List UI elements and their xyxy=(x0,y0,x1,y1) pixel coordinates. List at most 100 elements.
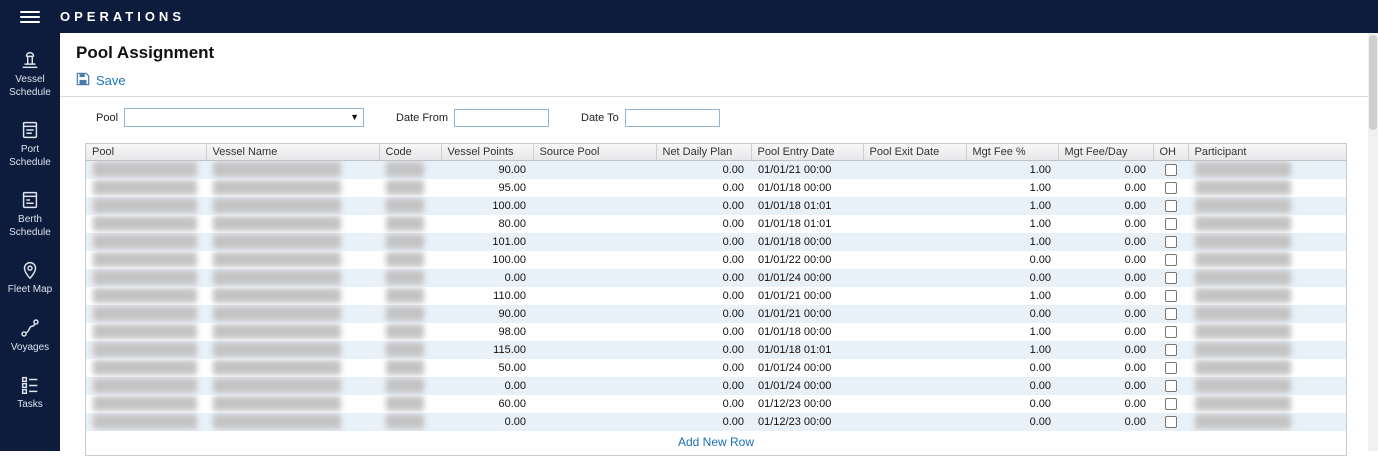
redacted-value xyxy=(386,234,424,249)
cell-pool-exit-date xyxy=(863,233,966,251)
cell-vessel-points: 95.00 xyxy=(441,179,533,197)
redacted-value xyxy=(1195,342,1291,357)
table-row: 98.000.0001/01/18 00:001.000.00 xyxy=(86,323,1346,341)
map-pin-icon xyxy=(19,259,41,281)
column-header-pool-entry-date[interactable]: Pool Entry Date xyxy=(751,144,863,161)
cell-mgt-fee-pct: 0.00 xyxy=(966,251,1058,269)
sidebar-item-voyages[interactable]: Voyages xyxy=(0,317,60,355)
cell-pool-exit-date xyxy=(863,323,966,341)
column-header-mgt-fee-day[interactable]: Mgt Fee/Day xyxy=(1058,144,1153,161)
oh-checkbox[interactable] xyxy=(1165,218,1177,230)
redacted-value xyxy=(1195,396,1291,411)
cell-pool xyxy=(86,305,206,323)
cell-pool-entry-date: 01/01/18 01:01 xyxy=(751,341,863,359)
cell-mgt-fee-day: 0.00 xyxy=(1058,269,1153,287)
sidebar-item-vessel-schedule[interactable]: Vessel Schedule xyxy=(0,49,60,99)
oh-checkbox[interactable] xyxy=(1165,290,1177,302)
cell-pool-entry-date: 01/01/21 00:00 xyxy=(751,287,863,305)
save-button[interactable]: Save xyxy=(76,72,126,89)
sidebar-item-label: Port Schedule xyxy=(0,144,60,169)
table-row: 0.000.0001/12/23 00:000.000.00 xyxy=(86,413,1346,431)
cell-net-daily-plan: 0.00 xyxy=(656,287,751,305)
date-to-input[interactable] xyxy=(625,109,720,127)
oh-checkbox[interactable] xyxy=(1165,344,1177,356)
table-row: 0.000.0001/01/24 00:000.000.00 xyxy=(86,377,1346,395)
main-content: Pool Assignment Save Pool ▼ Date From Da… xyxy=(60,33,1378,451)
oh-checkbox[interactable] xyxy=(1165,362,1177,374)
column-header-participant[interactable]: Participant xyxy=(1188,144,1346,161)
vertical-scrollbar[interactable] xyxy=(1368,33,1378,451)
oh-checkbox[interactable] xyxy=(1165,272,1177,284)
sidebar-item-fleet-map[interactable]: Fleet Map xyxy=(0,259,60,297)
cell-pool-exit-date xyxy=(863,287,966,305)
cell-mgt-fee-pct: 0.00 xyxy=(966,413,1058,431)
oh-checkbox[interactable] xyxy=(1165,254,1177,266)
column-header-pool[interactable]: Pool xyxy=(86,144,206,161)
redacted-value xyxy=(386,378,424,393)
column-header-source-pool[interactable]: Source Pool xyxy=(533,144,656,161)
sidebar-item-port-schedule[interactable]: Port Schedule xyxy=(0,119,60,169)
oh-checkbox[interactable] xyxy=(1165,236,1177,248)
scrollbar-thumb[interactable] xyxy=(1369,35,1377,130)
cell-participant xyxy=(1188,251,1346,269)
redacted-value xyxy=(1195,324,1291,339)
cell-vessel-name xyxy=(206,395,379,413)
oh-checkbox[interactable] xyxy=(1165,380,1177,392)
redacted-value xyxy=(386,306,424,321)
cell-pool-exit-date xyxy=(863,305,966,323)
oh-checkbox[interactable] xyxy=(1165,398,1177,410)
oh-checkbox[interactable] xyxy=(1165,164,1177,176)
column-header-code[interactable]: Code xyxy=(379,144,441,161)
cell-pool xyxy=(86,287,206,305)
cell-source-pool xyxy=(533,215,656,233)
redacted-value xyxy=(93,414,197,429)
menu-icon[interactable] xyxy=(20,11,40,23)
cell-oh xyxy=(1153,323,1188,341)
column-header-vessel-points[interactable]: Vessel Points xyxy=(441,144,533,161)
redacted-value xyxy=(386,180,424,195)
cell-pool-entry-date: 01/01/24 00:00 xyxy=(751,359,863,377)
cell-pool xyxy=(86,395,206,413)
column-header-mgt-fee-pct[interactable]: Mgt Fee % xyxy=(966,144,1058,161)
cell-source-pool xyxy=(533,413,656,431)
cell-pool-entry-date: 01/01/18 01:01 xyxy=(751,215,863,233)
cell-mgt-fee-day: 0.00 xyxy=(1058,197,1153,215)
date-from-input[interactable] xyxy=(454,109,549,127)
cell-oh xyxy=(1153,287,1188,305)
oh-checkbox[interactable] xyxy=(1165,326,1177,338)
oh-checkbox[interactable] xyxy=(1165,200,1177,212)
cell-vessel-points: 98.00 xyxy=(441,323,533,341)
cell-vessel-name xyxy=(206,197,379,215)
chevron-down-icon: ▼ xyxy=(350,112,359,122)
cell-code xyxy=(379,413,441,431)
cell-mgt-fee-pct: 0.00 xyxy=(966,359,1058,377)
pool-select[interactable]: ▼ xyxy=(124,108,364,127)
cell-code xyxy=(379,197,441,215)
sidebar-item-label: Vessel Schedule xyxy=(0,74,60,99)
column-header-pool-exit-date[interactable]: Pool Exit Date xyxy=(863,144,966,161)
cell-vessel-name xyxy=(206,323,379,341)
redacted-value xyxy=(93,234,197,249)
cell-mgt-fee-pct: 1.00 xyxy=(966,179,1058,197)
column-header-vessel-name[interactable]: Vessel Name xyxy=(206,144,379,161)
table-row: 100.000.0001/01/22 00:000.000.00 xyxy=(86,251,1346,269)
cell-oh xyxy=(1153,341,1188,359)
cell-net-daily-plan: 0.00 xyxy=(656,215,751,233)
bollard-icon xyxy=(19,49,41,71)
column-header-oh[interactable]: OH xyxy=(1153,144,1188,161)
cell-net-daily-plan: 0.00 xyxy=(656,161,751,179)
cell-vessel-name xyxy=(206,359,379,377)
oh-checkbox[interactable] xyxy=(1165,416,1177,428)
sidebar-item-tasks[interactable]: Tasks xyxy=(0,374,60,412)
redacted-value xyxy=(386,288,424,303)
cell-pool-exit-date xyxy=(863,179,966,197)
cell-source-pool xyxy=(533,179,656,197)
oh-checkbox[interactable] xyxy=(1165,182,1177,194)
table-row: 80.000.0001/01/18 01:011.000.00 xyxy=(86,215,1346,233)
oh-checkbox[interactable] xyxy=(1165,308,1177,320)
cell-pool-entry-date: 01/01/24 00:00 xyxy=(751,269,863,287)
sidebar-item-berth-schedule[interactable]: Berth Schedule xyxy=(0,189,60,239)
column-header-net-daily-plan[interactable]: Net Daily Plan xyxy=(656,144,751,161)
cell-mgt-fee-day: 0.00 xyxy=(1058,377,1153,395)
cell-source-pool xyxy=(533,161,656,179)
